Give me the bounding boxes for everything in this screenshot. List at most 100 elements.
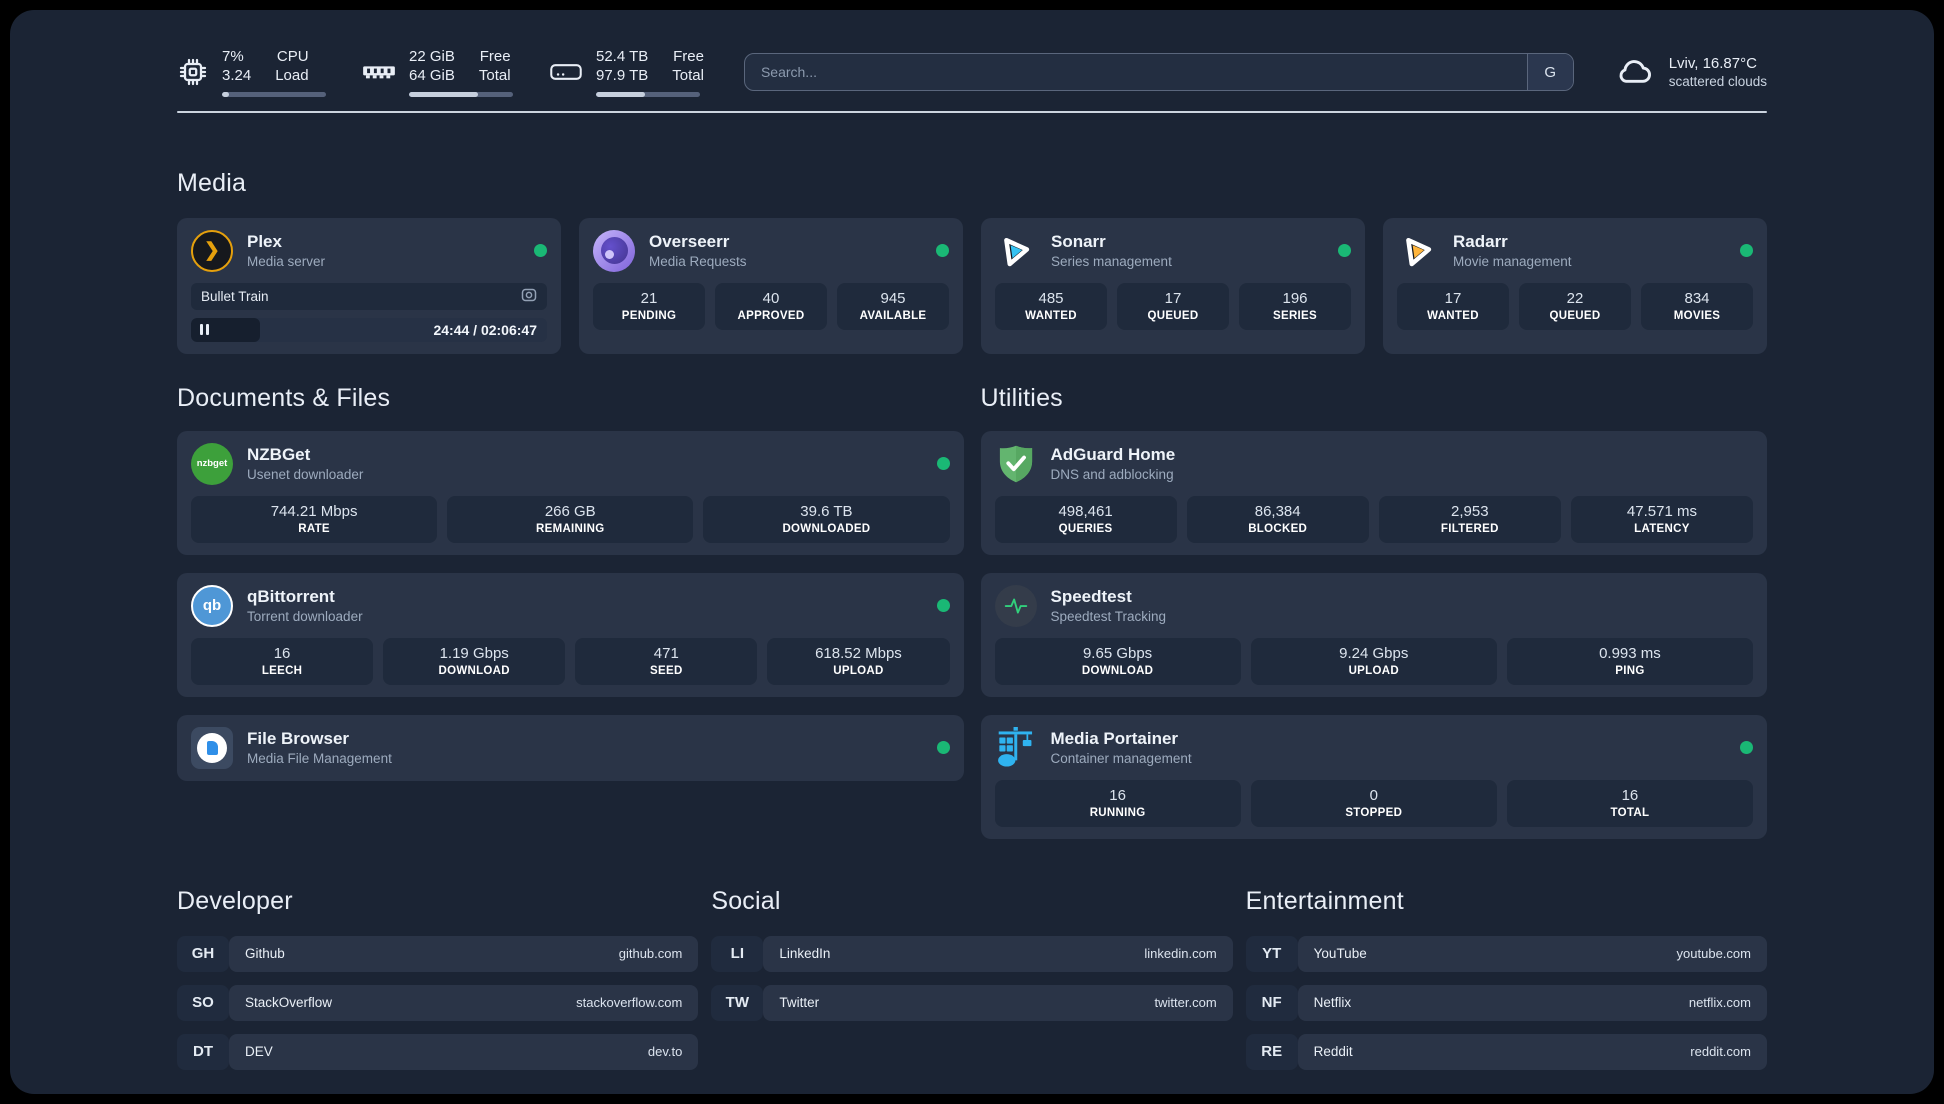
bookmark-name: StackOverflow [245,995,333,1010]
stat-pending: 21 PENDING [593,282,705,330]
section-title-documents: Documents & Files [177,383,391,412]
stat-rate: 744.21 Mbps RATE [191,495,438,543]
stat-queries: 498,461 QUERIES [994,495,1177,543]
bookmark-abbr: SO [177,984,229,1021]
app-title: Sonarr [1051,232,1106,251]
search-provider-button[interactable]: G [1526,54,1573,91]
app-title: File Browser [247,729,350,748]
stat-downloaded: 39.6 TB DOWNLOADED [703,495,950,543]
adguard-icon [995,443,1037,485]
cpu-icon [177,56,209,88]
bookmark-name: YouTube [1313,946,1367,961]
stat-available: 945 AVAILABLE [837,282,949,330]
stat-download: 9.65 Gbps DOWNLOAD [994,637,1241,685]
section-title-developer: Developer [177,886,293,915]
sonarr-card[interactable]: Sonarr Series management 485 WANTED 17 Q… [981,217,1365,354]
nzbget-card[interactable]: nzbget NZBGet Usenet downloader 744.21 M… [177,430,964,555]
load-label: Load [275,66,309,84]
weather-condition: scattered clouds [1668,74,1767,90]
bookmark-abbr: NF [1245,984,1298,1021]
status-dot [534,244,547,257]
cpu-label: CPU [276,48,309,65]
disk-progressbar [596,91,700,97]
app-title: NZBGet [247,445,311,464]
bookmark-url: dev.to [647,1044,683,1059]
bookmark-name: LinkedIn [779,946,831,961]
app-subtitle: Media Requests [649,254,747,269]
adguard-card[interactable]: AdGuard Home DNS and adblocking 498,461 … [980,430,1767,555]
bookmark-github[interactable]: GH Github github.com [177,935,699,972]
bookmark-netflix[interactable]: NF Netflix netflix.com [1245,984,1767,1021]
bookmarks-social: Social LI LinkedIn linkedin.com TW Twitt… [711,886,1233,1021]
qbittorrent-card[interactable]: qb qBittorrent Torrent downloader 16 LEE… [177,572,964,697]
app-subtitle: Container management [1050,751,1192,766]
pause-icon[interactable] [200,324,209,335]
section-title-utilities: Utilities [980,383,1063,412]
portainer-icon [995,726,1037,769]
memory-icon [362,60,396,84]
bookmark-url: twitter.com [1154,995,1217,1010]
bookmark-linkedin[interactable]: LI LinkedIn linkedin.com [711,935,1233,972]
stat-queued: 22 QUEUED [1519,282,1631,330]
disk-free: 52.4 TB [596,48,649,65]
qbittorrent-icon: qb [191,584,233,627]
disk-total-label: Total [672,66,704,84]
memory-progressbar [409,91,513,97]
portainer-card[interactable]: Media Portainer Container management 16 … [980,714,1767,839]
memory-total-label: Total [478,66,511,84]
stat-filtered: 2,953 FILTERED [1378,495,1561,543]
app-subtitle: Speedtest Tracking [1050,609,1167,624]
plex-icon: ❯ [191,229,233,272]
memory-total: 64 GiB [409,66,455,84]
now-playing-row: Bullet Train [191,282,547,310]
bookmark-name: Twitter [779,995,820,1010]
cloud-icon [1614,53,1656,92]
bookmarks-entertainment: Entertainment YT YouTube youtube.com NF … [1245,887,1767,1070]
status-dot [936,244,949,257]
bookmark-stackoverflow[interactable]: SO StackOverflow stackoverflow.com [177,984,699,1021]
bookmark-name: Reddit [1313,1044,1353,1059]
playback-progressbar[interactable]: 24:44 / 02:06:47 [191,317,547,342]
stat-latency: 47.571 ms LATENCY [1570,495,1753,543]
weather-widget: Lviv, 16.87°C scattered clouds [1614,53,1767,92]
bookmark-url: linkedin.com [1144,946,1217,961]
app-title: qBittorrent [247,587,335,606]
header-divider [177,110,1767,113]
status-dot [1740,244,1753,257]
stat-queued: 17 QUEUED [1117,282,1229,330]
section-title-social: Social [711,886,781,915]
bookmark-dev[interactable]: DT DEV dev.to [177,1033,699,1070]
top-header: 7% 3.24 CPU Load 22 GiB 64 GiB Free Tota… [177,48,1767,97]
bookmark-name: DEV [245,1044,273,1059]
video-icon [521,288,537,305]
bookmark-url: netflix.com [1688,995,1751,1010]
bookmark-abbr: LI [711,935,764,972]
filebrowser-card[interactable]: File Browser Media File Management [177,714,964,781]
speedtest-card[interactable]: Speedtest Speedtest Tracking 9.65 Gbps D… [980,572,1767,697]
radarr-card[interactable]: Radarr Movie management 17 WANTED 22 QUE… [1383,217,1767,354]
app-subtitle: Usenet downloader [247,467,364,482]
cpu-usage: 7% [222,48,244,65]
memory-free-label: Free [479,48,511,65]
bookmark-name: Netflix [1313,995,1352,1010]
app-title: Media Portainer [1050,729,1179,748]
stat-leech: 16 LEECH [191,637,374,685]
search-input[interactable] [744,54,1527,91]
stat-approved: 40 APPROVED [715,282,827,330]
stat-series: 196 SERIES [1239,282,1351,330]
stat-download: 1.19 Gbps DOWNLOAD [383,637,566,685]
bookmarks-developer: Developer GH Github github.com SO StackO… [177,886,699,1070]
bookmark-twitter[interactable]: TW Twitter twitter.com [711,984,1233,1021]
playback-time: 24:44 / 02:06:47 [433,321,537,338]
bookmark-reddit[interactable]: RE Reddit reddit.com [1245,1033,1767,1070]
plex-card[interactable]: ❯ Plex Media server Bullet Train 24:44 /… [177,217,561,354]
app-title: Speedtest [1050,587,1132,606]
app-title: Plex [247,232,282,251]
app-subtitle: Torrent downloader [247,609,363,624]
overseerr-card[interactable]: Overseerr Media Requests 21 PENDING 40 A… [579,217,963,354]
cpu-load: 3.24 [222,66,252,84]
disk-stat: 52.4 TB 97.9 TB Free Total [549,48,704,97]
bookmark-youtube[interactable]: YT YouTube youtube.com [1245,935,1767,972]
system-stats: 7% 3.24 CPU Load 22 GiB 64 GiB Free Tota… [177,48,704,97]
app-title: AdGuard Home [1050,445,1176,464]
